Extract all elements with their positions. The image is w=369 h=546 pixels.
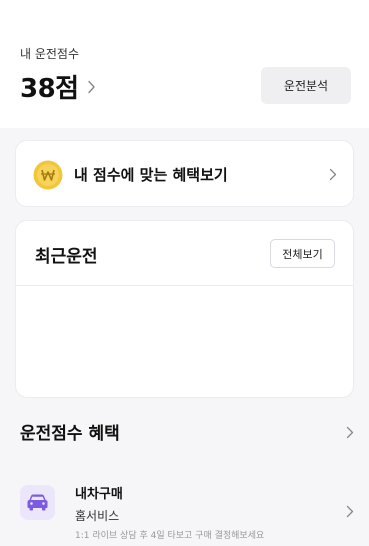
recent-driving-card: 최근운전 전체보기	[15, 220, 354, 398]
car-icon-box	[20, 485, 55, 520]
chevron-right-icon	[87, 80, 95, 93]
score-value: 38점	[20, 74, 79, 104]
benefit-card-text: 내 점수에 맞는 혜택보기	[74, 166, 228, 184]
recent-driving-title: 최근운전	[35, 247, 98, 267]
chevron-right-icon	[329, 168, 337, 181]
chevron-right-icon	[346, 505, 354, 518]
benefit-item-car-purchase[interactable]: 내차구매 홈서비스 1:1 라이브 상담 후 4일 타보고 구매 결정해보세요	[0, 470, 369, 546]
service-description: 1:1 라이브 상담 후 4일 타보고 구매 결정해보세요	[75, 531, 265, 541]
recent-driving-header: 최근운전 전체보기	[16, 221, 353, 286]
chevron-right-icon[interactable]	[346, 426, 354, 439]
won-coin-icon	[33, 160, 63, 190]
service-title: 내차구매	[75, 487, 123, 502]
view-all-button[interactable]: 전체보기	[270, 239, 335, 268]
service-subtitle: 홈서비스	[75, 509, 120, 523]
score-label: 내 운전점수	[20, 47, 80, 61]
score-link[interactable]: 38점	[20, 68, 96, 105]
car-icon	[27, 494, 48, 511]
score-header: 내 운전점수 38점 운전분석	[0, 0, 369, 128]
driving-score-benefits-title: 운전점수 혜택	[20, 424, 120, 444]
driving-analysis-button[interactable]: 운전분석	[261, 67, 351, 104]
score-benefit-card[interactable]: 내 점수에 맞는 혜택보기	[15, 140, 354, 207]
